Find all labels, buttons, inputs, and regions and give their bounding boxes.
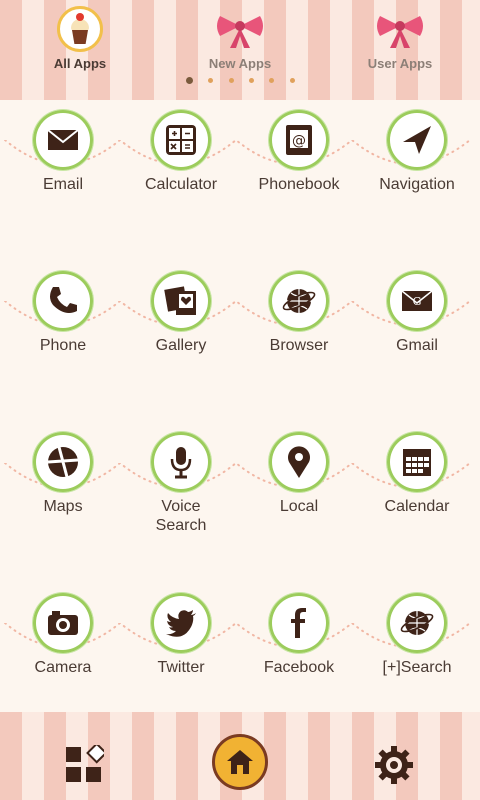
photo-gallery-icon [151,271,211,331]
app-label: Camera [34,659,92,676]
page-dot-current [186,77,193,84]
app-label: Maps [43,498,83,515]
app-label: Email [42,176,83,193]
app-label: Calculator [144,176,218,193]
app-drawer: Email Calculator @ Phonebook Navigation [0,100,480,712]
search-globe-icon [387,593,447,653]
bottom-dock [0,712,480,800]
app-maps[interactable]: Maps [4,422,122,572]
app-label: [+]Search [382,659,452,676]
ribbon-bow-icon [377,16,423,48]
app-label: Twitter [157,659,205,676]
camera-icon [33,593,93,653]
app-gallery[interactable]: Gallery [122,261,240,411]
app-email[interactable]: Email [4,100,122,250]
app-twitter[interactable]: Twitter [122,583,240,733]
app-label: Browser [269,337,329,354]
app-phonebook[interactable]: @ Phonebook [240,100,358,250]
app-label: Calendar [384,498,450,515]
gear-icon [375,746,413,784]
tab-user-apps[interactable]: User Apps [320,0,480,100]
navigation-arrow-icon [387,110,447,170]
app-local[interactable]: Local [240,422,358,572]
page-dot [208,78,213,83]
app-navigation[interactable]: Navigation [358,100,476,250]
phone-handset-icon [33,271,93,331]
app-label: Gmail [396,337,438,354]
address-book-icon: @ [269,110,329,170]
app-calculator[interactable]: Calculator [122,100,240,250]
app-label: Phonebook [258,176,340,193]
map-icon [33,432,93,492]
tab-label: New Apps [208,56,272,71]
ribbon-bow-icon [217,16,263,48]
app-grid-button[interactable] [64,742,108,785]
calendar-icon [387,432,447,492]
home-button[interactable] [212,734,268,790]
page-dot [249,78,254,83]
app-facebook[interactable]: Facebook [240,583,358,733]
settings-button[interactable] [374,745,414,785]
app-camera[interactable]: Camera [4,583,122,733]
app-label: Local [279,498,319,515]
microphone-icon [151,432,211,492]
svg-text:@: @ [292,133,306,149]
facebook-f-icon [269,593,329,653]
tab-label: All Apps [53,56,107,71]
page-indicator [186,76,306,86]
app-plus-search[interactable]: [+]Search [358,583,476,733]
app-grid-icon [66,742,108,782]
top-tab-bar: All Apps New Apps User Apps [0,0,480,100]
app-label: Phone [39,337,87,354]
app-phone[interactable]: Phone [4,261,122,411]
app-label: Gallery [155,337,207,354]
envelope-icon [33,110,93,170]
cupcake-icon [57,6,103,52]
gmail-envelope-icon: G [387,271,447,331]
app-gmail[interactable]: G Gmail [358,261,476,411]
app-label: Navigation [379,176,455,193]
tab-label: User Apps [367,56,433,71]
home-icon [227,750,253,774]
app-voice-search[interactable]: Voice Search [122,422,240,572]
tab-all-apps[interactable]: All Apps [0,0,160,100]
app-label: Facebook [263,659,335,676]
page-dot [269,78,274,83]
app-grid: Email Calculator @ Phonebook Navigation [0,100,480,712]
bird-icon [151,593,211,653]
page-dot [290,78,295,83]
globe-icon [269,271,329,331]
map-pin-icon [269,432,329,492]
app-calendar[interactable]: Calendar [358,422,476,572]
calculator-icon [151,110,211,170]
svg-text:G: G [413,295,422,308]
app-label: Voice Search [155,498,207,534]
page-dot [229,78,234,83]
app-browser[interactable]: Browser [240,261,358,411]
